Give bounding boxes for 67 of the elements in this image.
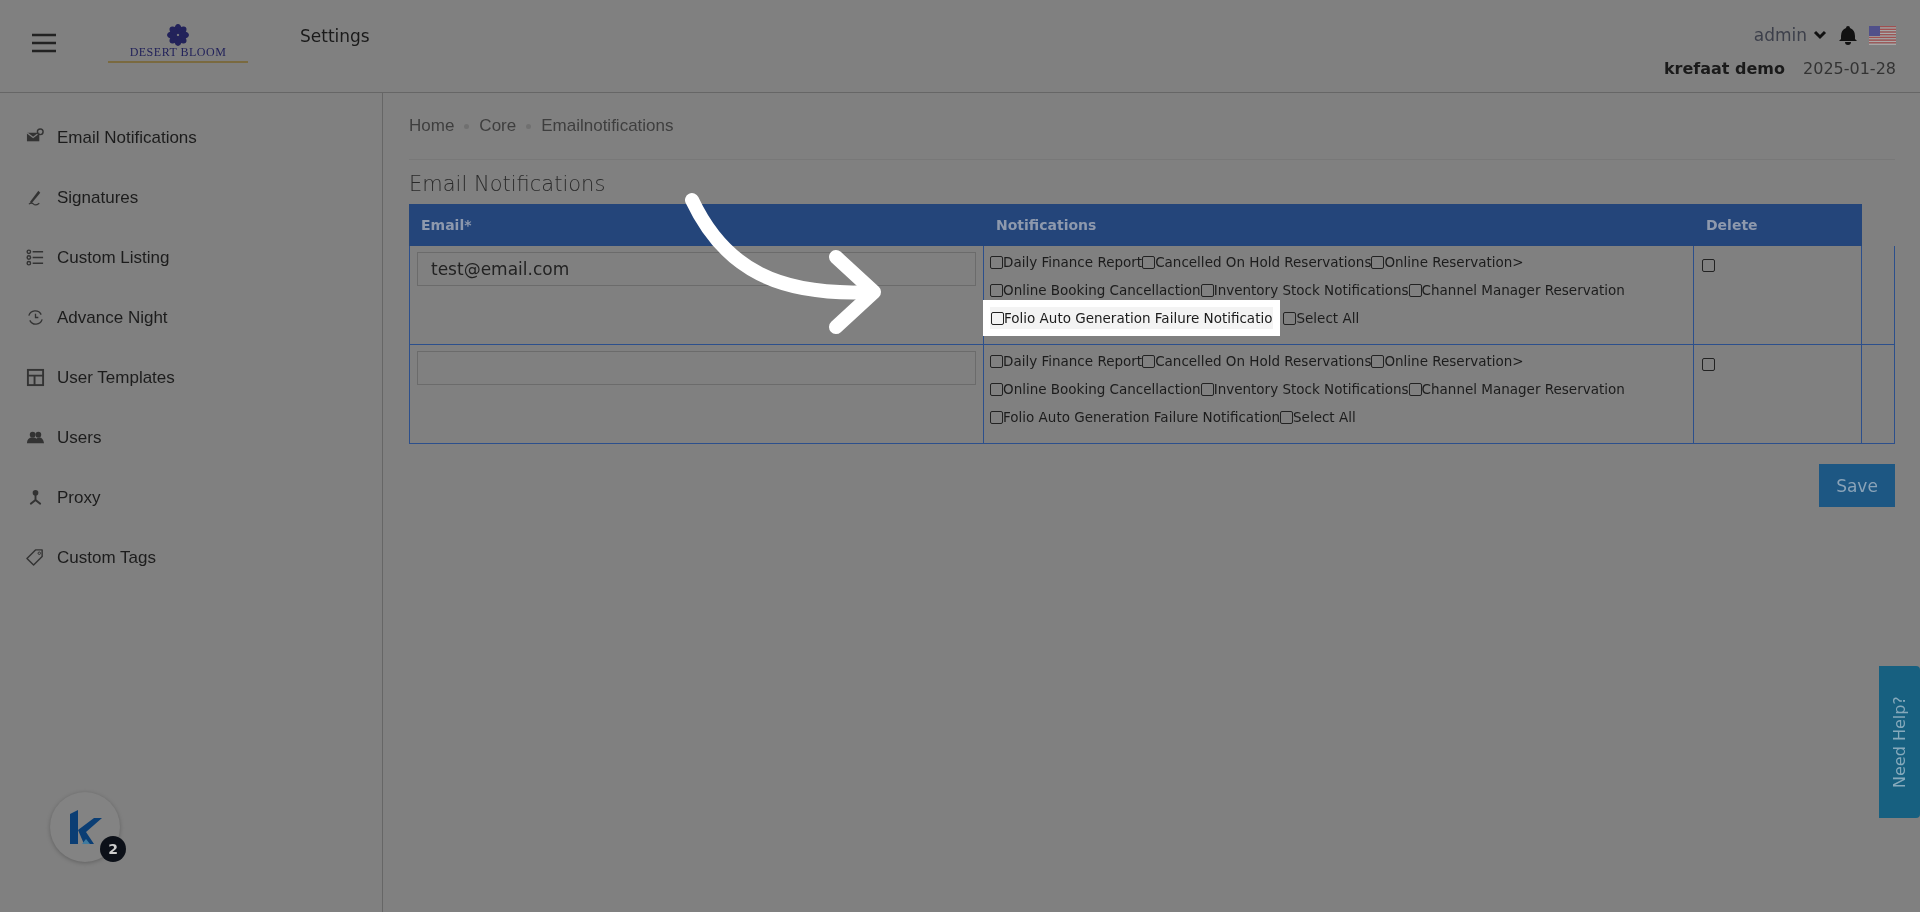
delete-checkbox[interactable] — [1702, 358, 1715, 371]
help-tab[interactable]: Need Help? — [1879, 666, 1920, 818]
sidebar-item[interactable]: Advance Night — [0, 295, 370, 355]
save-button[interactable]: Save — [1819, 464, 1895, 507]
checkbox[interactable] — [1371, 256, 1385, 269]
clock-icon — [26, 308, 45, 327]
account-name: krefaat demo — [1663, 59, 1785, 78]
checkbox[interactable] — [990, 256, 1003, 269]
column-header: Notifications — [984, 204, 1694, 246]
sidebar-item[interactable]: Custom Tags — [0, 535, 370, 595]
page-heading: Settings — [300, 26, 370, 46]
assistant-button[interactable] — [50, 792, 120, 862]
notification-option[interactable]: Online Reservation> — [1371, 353, 1524, 369]
checkbox[interactable] — [1280, 411, 1293, 424]
notification-option[interactable]: Folio Auto Generation Failure Notification — [990, 409, 1280, 425]
checkbox[interactable] — [1408, 284, 1422, 297]
breadcrumb-link[interactable]: Emailnotifications — [541, 116, 674, 136]
chevron-down-icon — [1813, 30, 1827, 40]
notification-option[interactable]: Select All — [1283, 310, 1360, 326]
notification-option[interactable]: Inventory Stock Notifications — [1200, 381, 1409, 397]
user-menu[interactable]: admin — [1753, 25, 1827, 45]
checkbox[interactable] — [1371, 355, 1385, 368]
date-label: 2025-01-28 — [1803, 59, 1896, 78]
checkbox[interactable] — [1142, 256, 1156, 269]
sidebar-item[interactable]: Email Notifications — [0, 115, 370, 175]
k-logo-icon — [68, 808, 102, 846]
notification-option[interactable]: Select All — [1280, 409, 1356, 425]
checkbox[interactable] — [1408, 383, 1422, 396]
menu-icon[interactable] — [32, 32, 56, 54]
breadcrumb-link[interactable]: Core — [479, 116, 517, 136]
checkbox[interactable] — [990, 383, 1003, 396]
notification-option[interactable]: Channel Manager Reservation — [1408, 282, 1625, 298]
logo: DESERT BLOOM — [108, 24, 248, 63]
checkbox[interactable] — [990, 411, 1003, 424]
checkbox[interactable] — [1142, 355, 1156, 368]
notification-option[interactable]: Online Booking Cancellaction — [990, 381, 1201, 397]
section-title: Email Notifications — [409, 172, 607, 196]
list-icon — [26, 248, 45, 267]
checkbox[interactable] — [990, 355, 1003, 368]
notification-count: 2 — [100, 836, 126, 862]
checkbox[interactable] — [1200, 284, 1214, 297]
sidebar-item[interactable]: Custom Listing — [0, 235, 370, 295]
notification-option[interactable]: Daily Finance Report — [990, 254, 1143, 270]
checkbox[interactable] — [1283, 312, 1297, 325]
notification-option[interactable]: Channel Manager Reservation — [1408, 381, 1625, 397]
sidebar-item[interactable]: User Templates — [0, 355, 370, 415]
notification-option[interactable]: Cancelled On Hold Reservations — [1142, 353, 1372, 369]
notification-option[interactable]: Online Reservation> — [1371, 254, 1524, 270]
sidebar-item[interactable]: Proxy — [0, 475, 370, 535]
checkbox[interactable] — [991, 312, 1004, 325]
bell-icon[interactable] — [1839, 25, 1857, 45]
sidebar-item[interactable]: Users — [0, 415, 370, 475]
breadcrumb-link[interactable]: Home — [409, 116, 455, 136]
notification-option[interactable]: Inventory Stock Notifications — [1200, 282, 1409, 298]
tag-icon — [26, 548, 45, 567]
column-header: Delete — [1694, 204, 1862, 246]
checkbox[interactable] — [1200, 383, 1214, 396]
layout-icon — [26, 368, 45, 387]
notification-option[interactable]: Daily Finance Report — [990, 353, 1143, 369]
notification-option[interactable]: Cancelled On Hold Reservations — [1142, 254, 1372, 270]
checkbox[interactable] — [990, 284, 1003, 297]
delete-checkbox[interactable] — [1702, 259, 1715, 272]
flag-icon[interactable] — [1869, 25, 1896, 45]
column-header: Email* — [409, 204, 984, 246]
notification-option[interactable]: Online Booking Cancellaction — [990, 282, 1201, 298]
email-field[interactable]: test@email.com — [417, 252, 976, 286]
sidebar-item[interactable]: Signatures — [0, 175, 370, 235]
